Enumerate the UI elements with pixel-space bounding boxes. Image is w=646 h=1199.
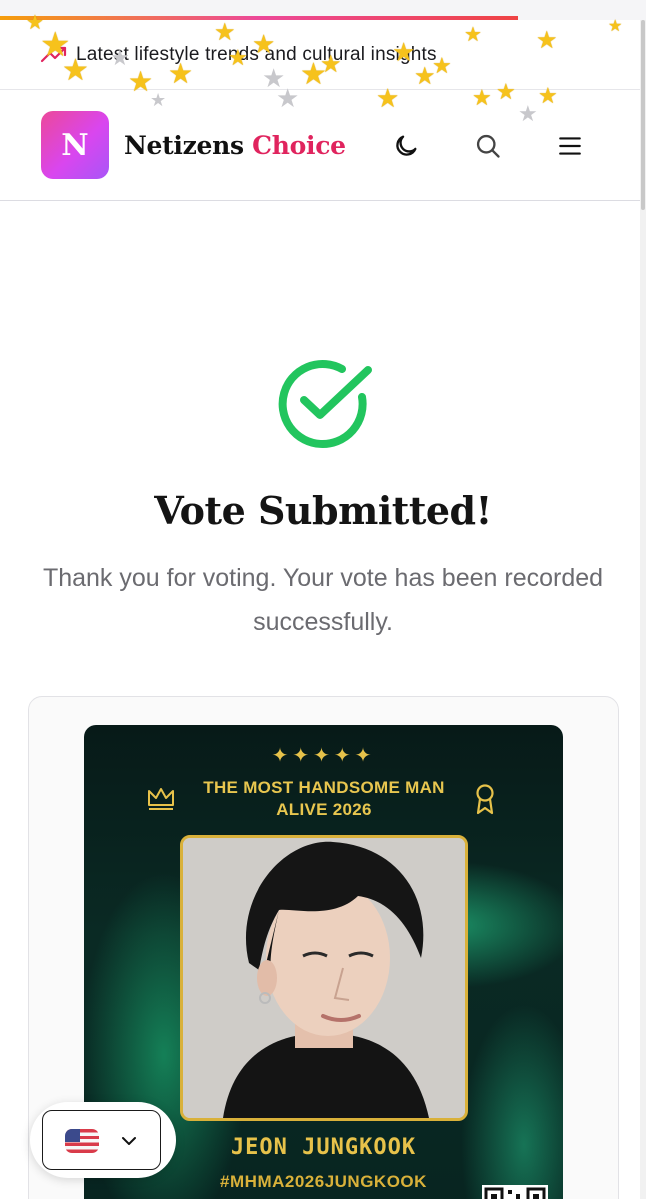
logo-letter: N [61,127,89,163]
confirmation-title: Vote Submitted! [154,488,492,533]
search-button[interactable] [472,130,504,162]
search-icon [476,134,500,158]
confirmation-message: Thank you for voting. Your vote has been… [42,564,604,636]
page-scrollbar[interactable] [640,20,646,1199]
menu-button[interactable] [554,130,586,162]
reading-progress-track [0,0,646,20]
nominee-portrait-illustration [183,838,465,1118]
award-ribbon-icon [476,784,494,815]
ticker-text: Latest lifestyle trends and cultural ins… [76,43,437,65]
ticker-bar: Latest lifestyle trends and cultural ins… [0,20,640,90]
site-header: N Netizens Choice [0,90,640,201]
theme-toggle-button[interactable] [390,130,422,162]
language-selector-button[interactable] [42,1110,161,1170]
language-selector[interactable] [30,1102,176,1178]
award-title: THE MOST HANDSOME MAN ALIVE 2026 [174,777,474,821]
award-title-line2: ALIVE 2026 [276,800,372,819]
brand-name-part2: Choice [252,130,346,160]
scrollbar-thumb[interactable] [641,20,645,210]
moon-icon [396,135,417,156]
crown-icon [148,788,174,810]
sparkles-decoration: ✦✦✦✦✦ [271,743,376,767]
trending-up-icon [40,46,67,62]
award-title-line1: THE MOST HANDSOME MAN [203,778,445,797]
site-logo[interactable]: N [41,111,109,179]
chevron-down-icon [122,1137,136,1145]
nominee-photo [180,835,468,1121]
site-brand-name[interactable]: Netizens Choice [124,131,346,160]
brand-name-part1: Netizens [124,130,244,160]
menu-icon [559,137,581,155]
check-circle-icon [278,360,372,448]
us-flag-icon [65,1129,99,1153]
qr-code-icon [482,1185,548,1199]
us-flag-canton [65,1129,80,1142]
